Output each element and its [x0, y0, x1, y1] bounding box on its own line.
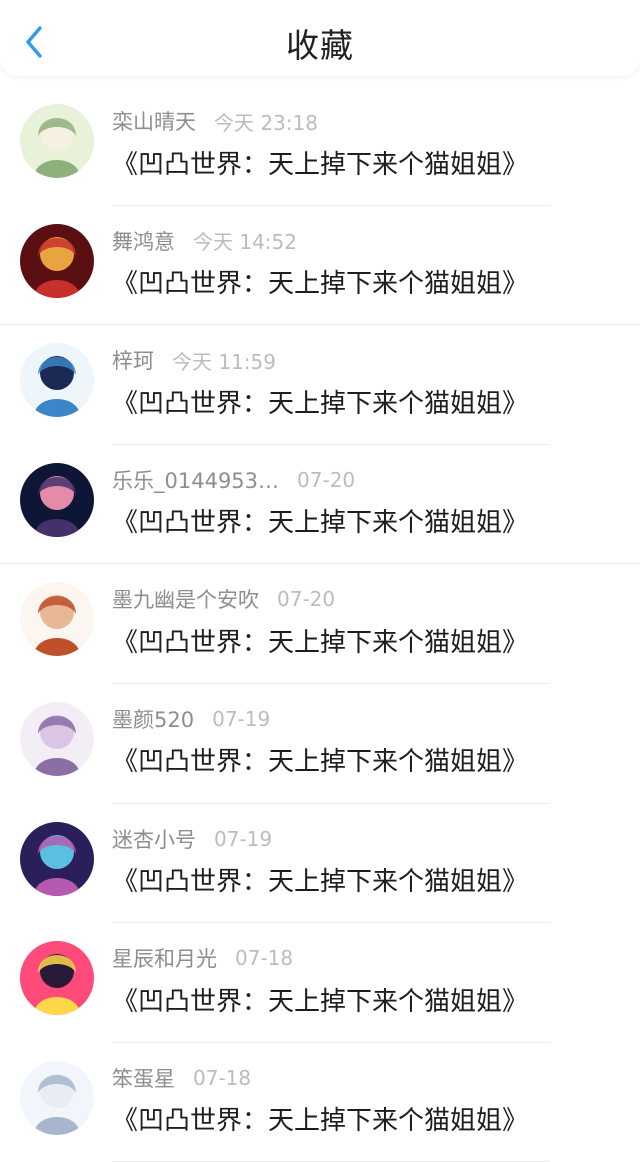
top-bar: 收藏	[0, 0, 640, 76]
user-name[interactable]: 墨颜520	[112, 704, 194, 734]
list-item[interactable]: 舞鸿意 今天 14:52 《凹凸世界：天上掉下来个猫姐姐》	[0, 206, 640, 326]
item-meta: 墨九幽是个安吹 07-20	[112, 584, 335, 614]
user-name[interactable]: 乐乐_0144953…	[112, 465, 279, 495]
post-title[interactable]: 《凹凸世界：天上掉下来个猫姐姐》	[112, 620, 528, 660]
post-title[interactable]: 《凹凸世界：天上掉下来个猫姐姐》	[112, 142, 528, 182]
user-name[interactable]: 墨九幽是个安吹	[112, 584, 259, 614]
timestamp: 今天 23:18	[214, 110, 318, 135]
item-meta: 栾山晴天 今天 23:18	[112, 106, 318, 136]
avatar-image	[20, 1060, 94, 1135]
timestamp: 07-20	[277, 587, 336, 612]
avatar-image	[20, 343, 94, 418]
list-item[interactable]: 墨颜520 07-19 《凹凸世界：天上掉下来个猫姐姐》	[0, 684, 640, 804]
avatar-image	[20, 223, 94, 298]
user-name[interactable]: 笨蛋星	[112, 1063, 175, 1093]
timestamp: 今天 11:59	[172, 349, 276, 374]
avatar-image	[20, 582, 94, 657]
timestamp: 今天 14:52	[193, 230, 297, 255]
avatar[interactable]	[20, 1060, 94, 1135]
page-title: 收藏	[286, 26, 354, 65]
post-title[interactable]: 《凹凸世界：天上掉下来个猫姐姐》	[112, 262, 528, 302]
user-name[interactable]: 迷杏小号	[112, 824, 196, 854]
list-item[interactable]: 星辰和月光 07-18 《凹凸世界：天上掉下来个猫姐姐》	[0, 923, 640, 1043]
timestamp: 07-19	[212, 706, 271, 731]
item-meta: 星辰和月光 07-18	[112, 943, 293, 973]
item-meta: 梓珂 今天 11:59	[112, 345, 276, 375]
avatar-image	[20, 104, 94, 178]
list-item[interactable]: 栾山晴天 今天 23:18 《凹凸世界：天上掉下来个猫姐姐》	[0, 86, 640, 206]
avatar[interactable]	[20, 582, 94, 657]
timestamp: 07-18	[235, 946, 294, 971]
avatar[interactable]	[20, 223, 94, 298]
post-title[interactable]: 《凹凸世界：天上掉下来个猫姐姐》	[112, 381, 528, 421]
list-item[interactable]: 乐乐_0144953… 07-20 《凹凸世界：天上掉下来个猫姐姐》	[0, 445, 640, 565]
avatar-image	[20, 941, 94, 1016]
user-name[interactable]: 舞鸿意	[112, 226, 175, 256]
user-name[interactable]: 星辰和月光	[112, 943, 217, 973]
timestamp: 07-18	[193, 1065, 252, 1090]
avatar[interactable]	[20, 821, 94, 896]
list-item[interactable]: 梓珂 今天 11:59 《凹凸世界：天上掉下来个猫姐姐》	[0, 325, 640, 445]
list-item[interactable]: 墨九幽是个安吹 07-20 《凹凸世界：天上掉下来个猫姐姐》	[0, 564, 640, 684]
avatar[interactable]	[20, 104, 94, 178]
post-title[interactable]: 《凹凸世界：天上掉下来个猫姐姐》	[112, 860, 528, 900]
item-meta: 乐乐_0144953… 07-20	[112, 465, 355, 495]
timestamp: 07-20	[297, 467, 356, 492]
post-title[interactable]: 《凹凸世界：天上掉下来个猫姐姐》	[112, 1099, 528, 1139]
list-item[interactable]: 笨蛋星 07-18 《凹凸世界：天上掉下来个猫姐姐》	[0, 1043, 640, 1162]
avatar[interactable]	[20, 462, 94, 537]
post-title[interactable]: 《凹凸世界：天上掉下来个猫姐姐》	[112, 740, 528, 780]
user-name[interactable]: 梓珂	[112, 345, 154, 375]
item-meta: 笨蛋星 07-18	[112, 1063, 251, 1093]
timestamp: 07-19	[214, 826, 273, 851]
item-meta: 墨颜520 07-19	[112, 704, 270, 734]
item-meta: 舞鸿意 今天 14:52	[112, 226, 297, 256]
item-meta: 迷杏小号 07-19	[112, 824, 272, 854]
favorites-list: 栾山晴天 今天 23:18 《凹凸世界：天上掉下来个猫姐姐》 舞鸿意 今天 14:52 《…	[0, 86, 640, 1162]
avatar[interactable]	[20, 343, 94, 418]
user-name[interactable]: 栾山晴天	[112, 106, 196, 136]
avatar-image	[20, 821, 94, 896]
post-title[interactable]: 《凹凸世界：天上掉下来个猫姐姐》	[112, 979, 528, 1019]
avatar-image	[20, 462, 94, 537]
avatar[interactable]	[20, 941, 94, 1016]
avatar-image	[20, 701, 94, 776]
list-item[interactable]: 迷杏小号 07-19 《凹凸世界：天上掉下来个猫姐姐》	[0, 804, 640, 924]
avatar[interactable]	[20, 701, 94, 776]
post-title[interactable]: 《凹凸世界：天上掉下来个猫姐姐》	[112, 501, 528, 541]
